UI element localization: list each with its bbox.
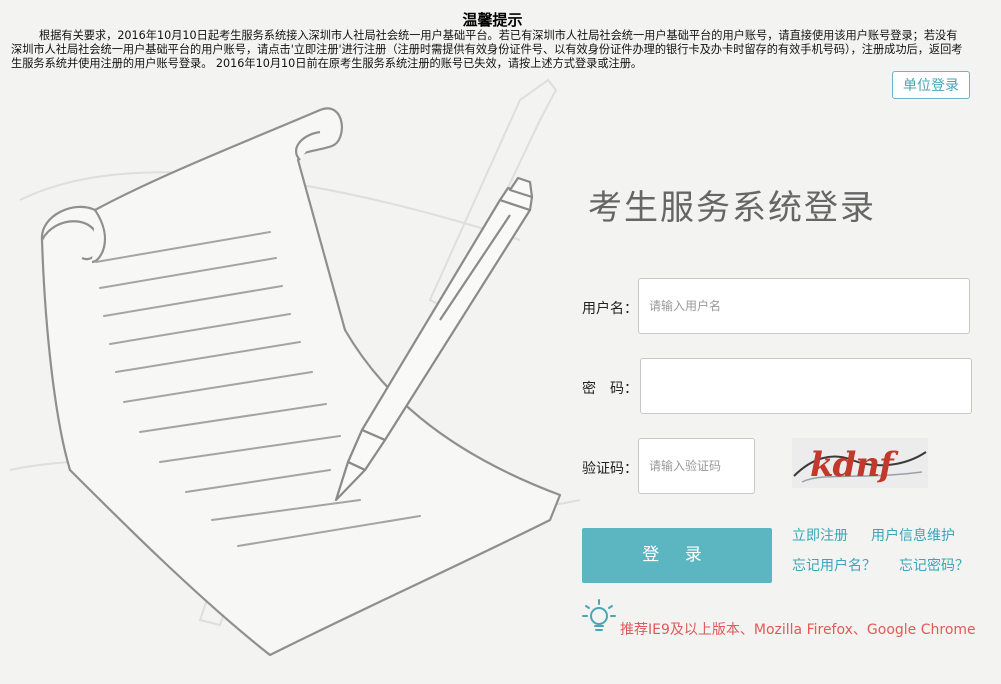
forgot-password-link[interactable]: 忘记密码？ xyxy=(899,555,969,575)
unit-login-button[interactable]: 单位登录 xyxy=(892,71,970,99)
username-label: 用户名： xyxy=(582,301,638,317)
login-button[interactable]: 登 录 xyxy=(582,528,772,583)
captcha-text: kdnf xyxy=(810,445,899,485)
password-input[interactable] xyxy=(640,358,972,414)
user-info-link[interactable]: 用户信息维护 xyxy=(871,525,955,545)
notice-body: 根据有关要求，2016年10月10日起考生服务系统接入深圳市人社局社会统一用户基… xyxy=(11,29,963,70)
browser-recommendation: 推荐IE9及以上版本、Mozilla Firefox、Google Chrome xyxy=(620,622,976,638)
captcha-image[interactable]: kdnf xyxy=(792,438,928,488)
captcha-label: 验证码： xyxy=(582,461,638,477)
paper-and-pen-illustration xyxy=(9,78,581,657)
login-title: 考生服务系统登录 xyxy=(588,188,876,228)
notice-title: 温馨提示 xyxy=(462,11,523,29)
lightbulb-icon xyxy=(582,599,616,631)
password-label: 密 码： xyxy=(582,381,638,397)
register-link[interactable]: 立即注册 xyxy=(792,525,848,545)
username-input[interactable] xyxy=(638,278,970,334)
forgot-username-link[interactable]: 忘记用户名？ xyxy=(792,555,876,575)
captcha-input[interactable] xyxy=(638,438,755,494)
